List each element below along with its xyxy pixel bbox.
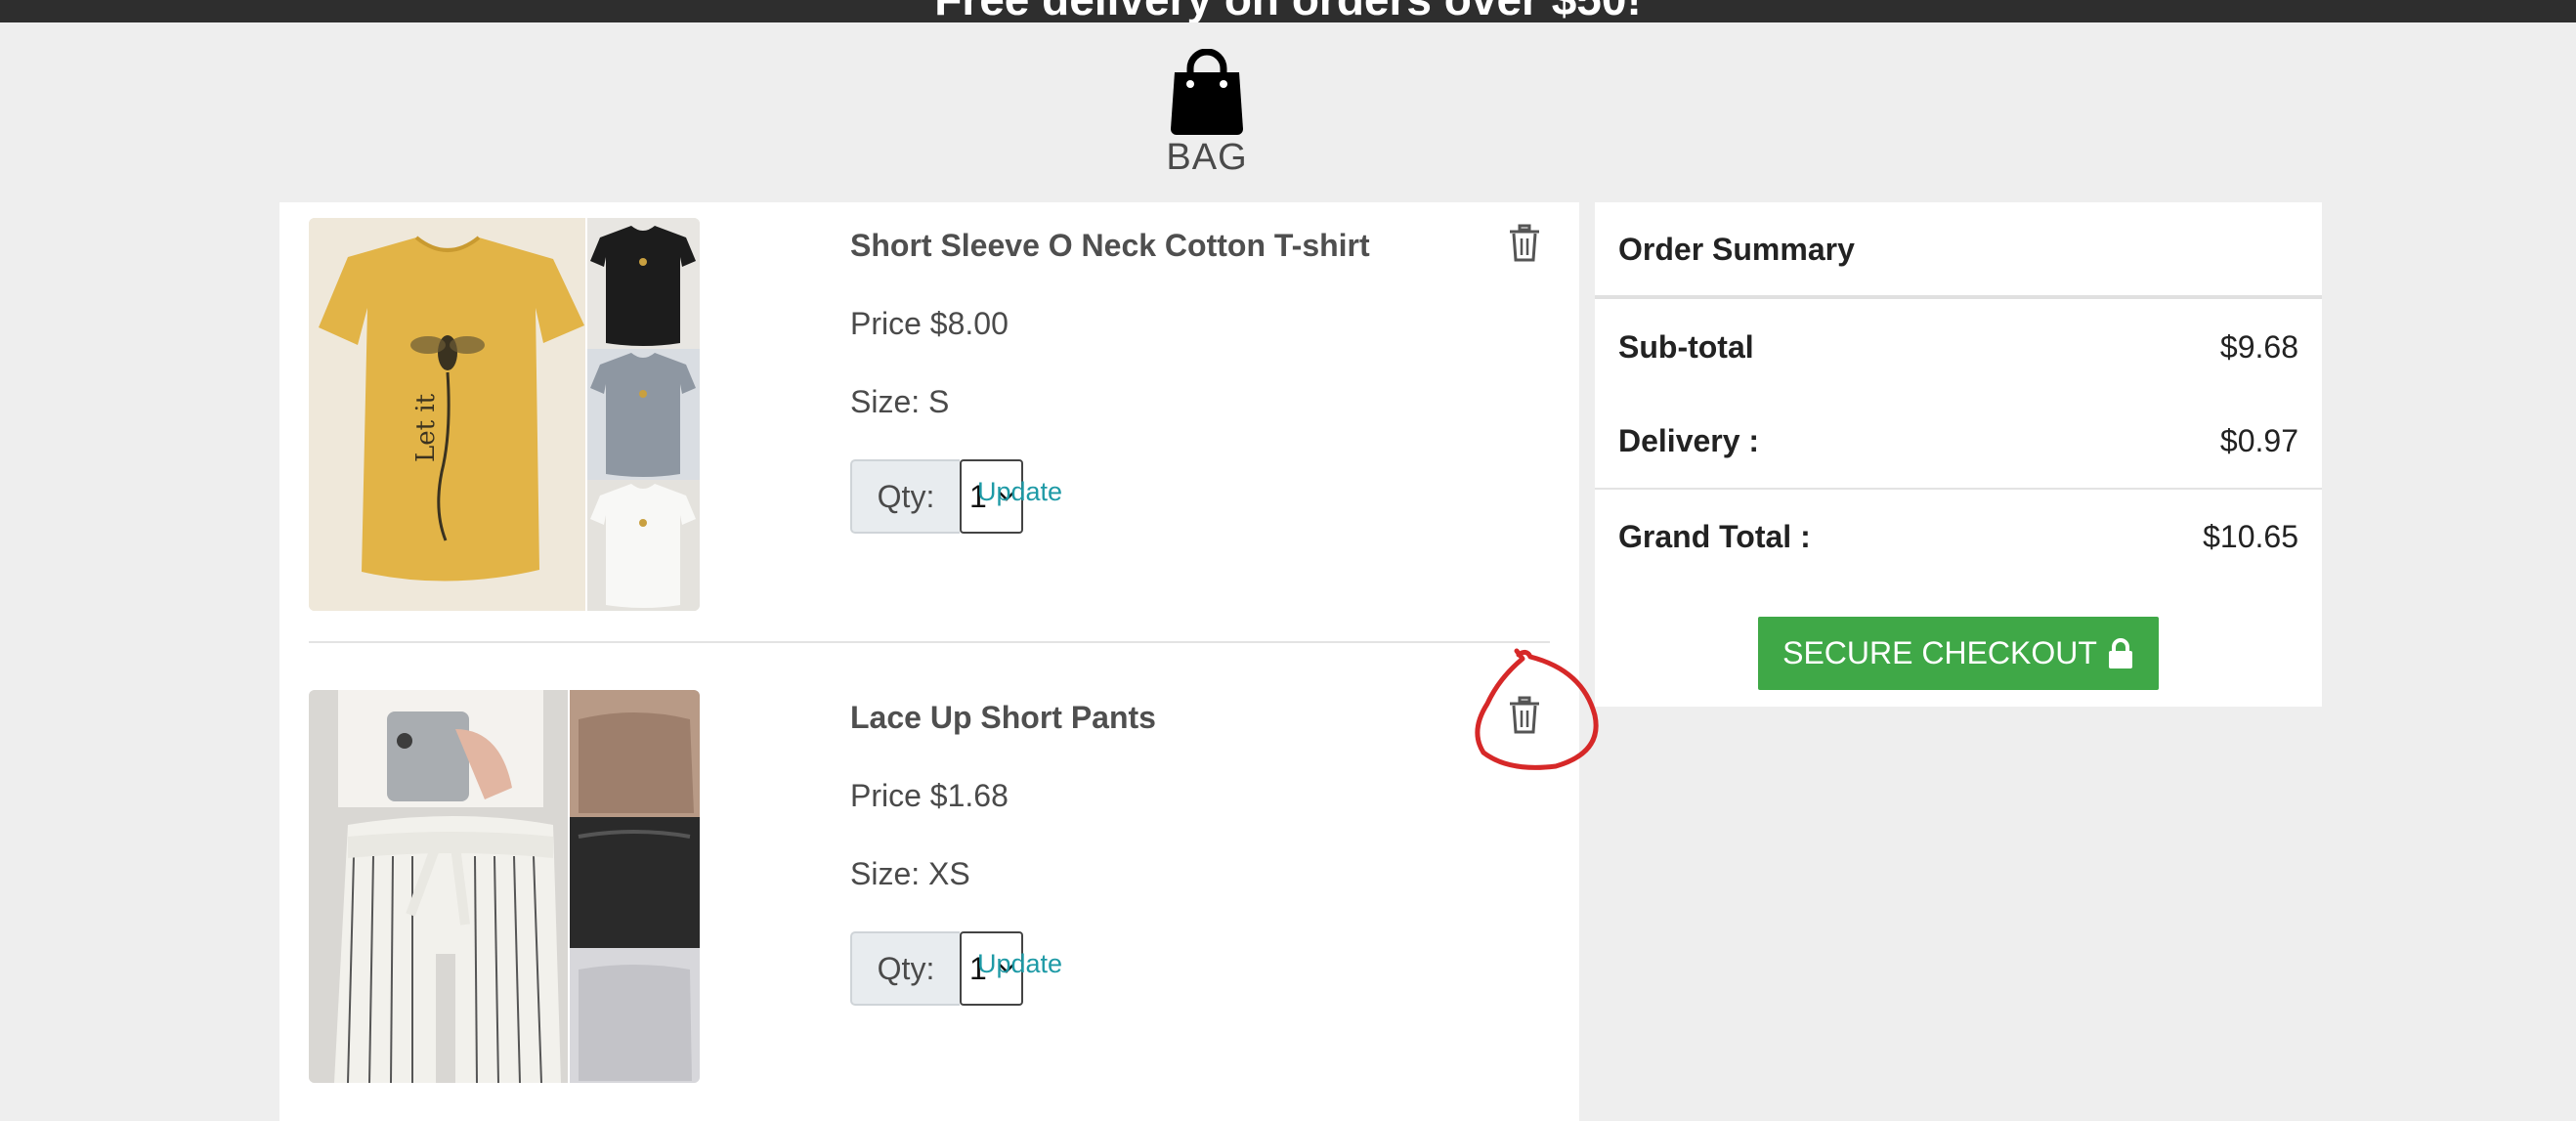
subtotal-label: Sub-total: [1618, 329, 1754, 365]
svg-text:Let it: Let it: [411, 393, 441, 462]
remove-item-button[interactable]: [1507, 224, 1542, 263]
trash-icon: [1510, 224, 1539, 262]
product-image-tshirt[interactable]: Let it: [309, 218, 700, 611]
remove-item-button[interactable]: [1507, 696, 1542, 735]
subtotal-row: Sub-total $9.68: [1618, 329, 2298, 366]
delivery-value: $0.97: [2219, 423, 2298, 458]
grand-total-value: $10.65: [2203, 519, 2298, 554]
product-size: Size: XS: [850, 856, 970, 891]
secure-checkout-button[interactable]: SECURE CHECKOUT: [1758, 617, 2159, 690]
page-title: BAG: [1166, 137, 1248, 178]
update-quantity-link[interactable]: Update: [977, 477, 1062, 507]
trash-icon: [1510, 696, 1539, 734]
checkout-label: SECURE CHECKOUT: [1782, 635, 2097, 670]
grand-total-label: Grand Total :: [1618, 519, 1811, 554]
lock-icon: [2108, 637, 2132, 668]
item-divider: [309, 641, 1550, 643]
product-price: Price $1.68: [850, 778, 1009, 813]
product-price: Price $8.00: [850, 306, 1009, 341]
shopping-bag-icon: [1171, 49, 1243, 135]
product-image-shorts[interactable]: [309, 690, 700, 1083]
product-name[interactable]: Lace Up Short Pants: [850, 700, 1156, 736]
summary-divider: [1595, 295, 2322, 299]
order-summary-title: Order Summary: [1618, 232, 1855, 267]
quantity-label: Qty:: [850, 931, 960, 1006]
update-quantity-link[interactable]: Update: [977, 949, 1062, 979]
bag-header: BAG: [1109, 49, 1305, 179]
cart-item: Lace Up Short Pants Price $1.68 Size: XS…: [309, 690, 1550, 1083]
summary-divider: [1595, 488, 2322, 490]
delivery-row: Delivery : $0.97: [1618, 423, 2298, 459]
product-name[interactable]: Short Sleeve O Neck Cotton T-shirt: [850, 228, 1370, 264]
order-summary-panel: Order Summary Sub-total $9.68 Delivery :…: [1595, 202, 2322, 707]
cart-item: Let it Short Sleeve O Neck Cotton T-shir…: [309, 218, 1550, 611]
promo-banner: Free delivery on orders over $50!: [0, 0, 2576, 22]
quantity-label: Qty:: [850, 459, 960, 534]
grand-total-row: Grand Total : $10.65: [1618, 519, 2298, 555]
delivery-label: Delivery :: [1618, 423, 1760, 458]
product-size: Size: S: [850, 384, 950, 419]
promo-banner-text: Free delivery on orders over $50!: [0, 0, 2576, 22]
subtotal-value: $9.68: [2219, 329, 2298, 365]
cart-panel: Let it Short Sleeve O Neck Cotton T-shir…: [279, 202, 1579, 1121]
